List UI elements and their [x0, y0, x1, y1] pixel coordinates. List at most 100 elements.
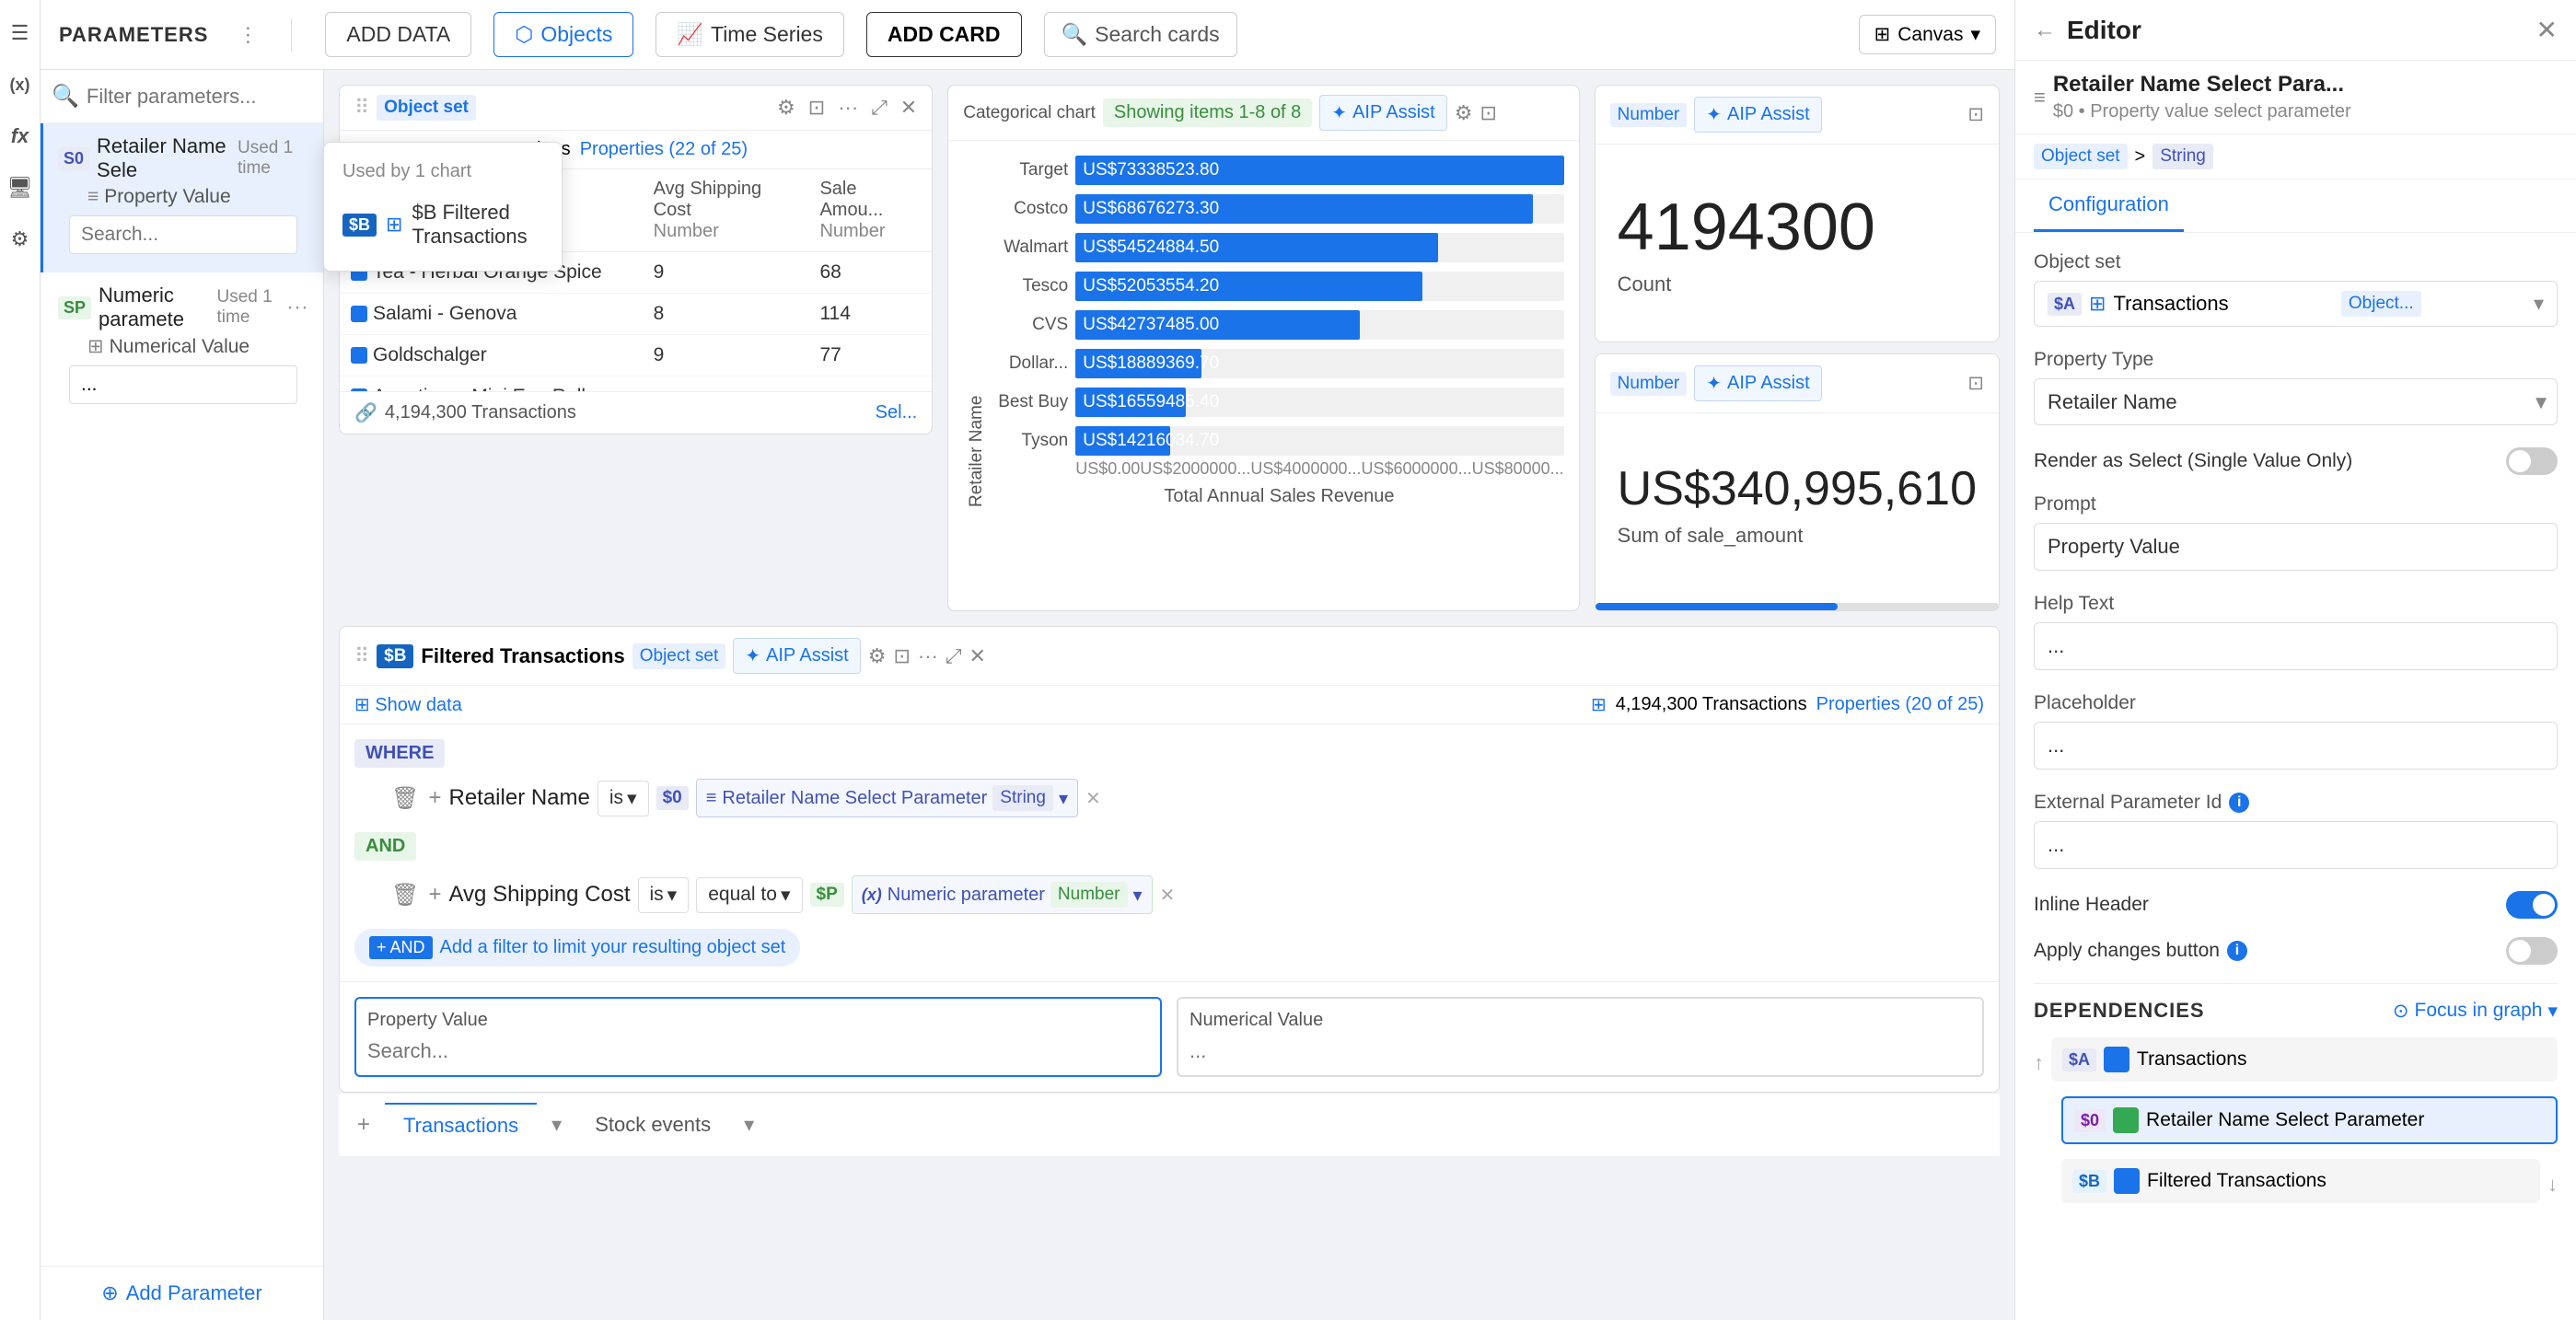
- deps-header: DEPENDENCIES ⊙ Focus in graph ▾: [2034, 999, 2558, 1023]
- filter-op-1[interactable]: is ▾: [598, 781, 649, 816]
- dep-retailer: $0 Retailer Name Select Parameter: [2061, 1096, 2558, 1144]
- add-data-button[interactable]: ADD DATA: [325, 12, 471, 57]
- apply-changes-toggle[interactable]: [2506, 937, 2558, 965]
- filter-op-2[interactable]: is ▾: [638, 877, 690, 913]
- obj-set-badge: $A: [2048, 293, 2082, 316]
- aip-assist-button[interactable]: ✦ AIP Assist: [1319, 95, 1446, 131]
- property-type-select[interactable]: Retailer Name: [2034, 378, 2558, 425]
- param-search-input-retailer[interactable]: [69, 215, 297, 254]
- add-card-button[interactable]: ADD CARD: [866, 12, 1022, 57]
- tooltip-item-label: $B Filtered Transactions: [412, 201, 543, 249]
- objects-icon: ⬡: [515, 22, 533, 47]
- close-icon[interactable]: ✕: [900, 96, 917, 120]
- gear-icon[interactable]: ⚙: [777, 96, 795, 120]
- filter-close-icon[interactable]: ✕: [969, 644, 985, 668]
- function-icon[interactable]: fx: [6, 122, 35, 151]
- chart-type-label: Categorical chart: [963, 103, 1096, 123]
- chart-expand-icon[interactable]: ⊡: [1479, 101, 1496, 125]
- tooltip-item-filtered[interactable]: $B ⊞ $B Filtered Transactions: [324, 190, 562, 260]
- fullscreen-icon[interactable]: ⤢: [871, 96, 888, 120]
- sales-more-icon[interactable]: ⊡: [1967, 372, 1984, 395]
- param-boxes: Property Value Numerical Value: [340, 981, 1999, 1092]
- help-text-input[interactable]: [2034, 622, 2558, 670]
- settings-icon[interactable]: ⚙: [6, 225, 35, 254]
- filter-more-icon[interactable]: ···: [918, 644, 938, 668]
- filter2-delete-icon[interactable]: 🗑: [391, 882, 419, 909]
- tab-transactions[interactable]: Transactions: [385, 1103, 537, 1147]
- menu-icon[interactable]: ☰: [6, 18, 35, 48]
- param-search-input-numeric[interactable]: [69, 365, 297, 404]
- more-icon[interactable]: ···: [838, 96, 858, 120]
- inline-header-toggle[interactable]: [2506, 891, 2558, 919]
- param-dots-icon[interactable]: ···: [286, 295, 308, 320]
- property-value-input[interactable]: [367, 1039, 1149, 1063]
- apply-changes-row: Apply changes button i: [2034, 937, 2558, 965]
- params-menu-icon[interactable]: ⋮: [238, 23, 258, 47]
- numerical-value-input[interactable]: [1189, 1039, 1971, 1063]
- filter-expand2-icon[interactable]: ⊡: [893, 644, 910, 668]
- table-row[interactable]: Salami - Genova8114: [340, 294, 932, 335]
- count-more-icon[interactable]: ⊡: [1967, 103, 1984, 126]
- filter-input[interactable]: [87, 85, 352, 109]
- monitor-icon[interactable]: 🖥: [6, 173, 35, 203]
- expand-icon[interactable]: ⊡: [808, 96, 825, 120]
- back-button[interactable]: ←: [2034, 17, 2056, 43]
- canvas-button[interactable]: ⊞ Canvas ▾: [1859, 15, 1996, 54]
- tab-stock-events[interactable]: Stock events: [576, 1104, 729, 1146]
- tab-configuration[interactable]: Configuration: [2034, 179, 2184, 232]
- table-row[interactable]: Goldschalger977: [340, 335, 932, 376]
- tab-chevron-stock[interactable]: ▾: [744, 1113, 754, 1137]
- add-filter-button[interactable]: + AND Add a filter to limit your resulti…: [354, 929, 800, 967]
- filter-op-2b[interactable]: equal to ▾: [696, 877, 802, 913]
- tab-chevron-transactions[interactable]: ▾: [551, 1113, 562, 1137]
- params-heading: PARAMETERS: [59, 23, 208, 47]
- focus-graph-button[interactable]: ⊙ Focus in graph ▾: [2393, 1000, 2558, 1023]
- show-data-link[interactable]: ⊞ Show data: [354, 693, 462, 716]
- add-parameter-button[interactable]: ⊕ Add Parameter: [41, 1266, 323, 1320]
- editor-param-title: Retailer Name Select Para...: [2053, 72, 2351, 98]
- ext-param-info-icon[interactable]: i: [2229, 793, 2249, 813]
- ext-param-input[interactable]: [2034, 821, 2558, 869]
- dep-up-arrow-transactions[interactable]: ↑: [2034, 1051, 2044, 1075]
- filter-add-icon[interactable]: +: [428, 785, 441, 812]
- breadcrumb-object-set[interactable]: Object set: [2034, 144, 2128, 169]
- chart-settings-icon[interactable]: ⚙: [1455, 101, 1473, 125]
- help-text-label: Help Text: [2034, 593, 2558, 615]
- filter-param-2[interactable]: (x) Numeric parameter Number ▾: [852, 875, 1153, 914]
- param-item-retailer[interactable]: S0 Retailer Name Sele Used 1 time ≡ Prop…: [41, 123, 323, 272]
- filter-fullscreen-icon[interactable]: ⤢: [946, 644, 962, 668]
- filter-param-1[interactable]: ≡ Retailer Name Select Parameter String …: [696, 779, 1078, 817]
- param-item-numeric[interactable]: SP Numeric paramete Used 1 time ··· ⊞ Nu…: [41, 272, 323, 423]
- filter-remove-1[interactable]: ✕: [1085, 787, 1101, 810]
- bar-row: Walmart US$54524884.50: [994, 233, 1563, 262]
- count-aip-button[interactable]: ✦ AIP Assist: [1694, 97, 1821, 133]
- objects-button[interactable]: ⬡ Objects: [493, 12, 633, 57]
- variable-icon[interactable]: (x): [6, 70, 35, 99]
- plus-icon[interactable]: +: [357, 1112, 370, 1138]
- editor-close-button[interactable]: ✕: [2536, 15, 2558, 45]
- table-row[interactable]: Appetizer - Mini Egg Roll, Shrim11129.6: [340, 376, 932, 392]
- object-set-selector[interactable]: $A ⊞ Transactions Object... ▾: [2034, 281, 2558, 327]
- obj-set-chevron[interactable]: ▾: [2534, 292, 2544, 316]
- search-cards-input[interactable]: 🔍 Search cards: [1044, 12, 1237, 57]
- apply-changes-info-icon[interactable]: i: [2227, 941, 2247, 961]
- dep-badge-sa: $A: [2062, 1048, 2096, 1071]
- placeholder-input[interactable]: [2034, 722, 2558, 770]
- render-as-select-toggle[interactable]: [2506, 447, 2558, 475]
- obj-set-chip[interactable]: Object...: [2341, 291, 2421, 317]
- time-series-button[interactable]: 📈 Time Series: [656, 12, 843, 57]
- breadcrumb-string[interactable]: String: [2152, 144, 2213, 169]
- filter-delete-icon[interactable]: 🗑: [391, 785, 419, 812]
- filter-remove-2[interactable]: ✕: [1160, 884, 1176, 907]
- filter-props-link[interactable]: Properties (20 of 25): [1816, 694, 1984, 715]
- filter-settings-icon[interactable]: ⚙: [868, 644, 887, 668]
- properties-link[interactable]: Properties (22 of 25): [580, 139, 748, 160]
- filter-aip-button[interactable]: ✦ AIP Assist: [733, 638, 860, 674]
- filter2-add-icon[interactable]: +: [428, 882, 441, 909]
- prompt-input[interactable]: [2034, 523, 2558, 571]
- sales-aip-button[interactable]: ✦ AIP Assist: [1694, 365, 1821, 401]
- dep-down-arrow-filtered[interactable]: ↓: [2547, 1173, 2558, 1197]
- filter-object-badge: Object set: [632, 643, 726, 669]
- param-used-numeric: Used 1 time: [217, 287, 280, 328]
- dep-item-filtered: $B Filtered Transactions ↓: [2034, 1159, 2558, 1210]
